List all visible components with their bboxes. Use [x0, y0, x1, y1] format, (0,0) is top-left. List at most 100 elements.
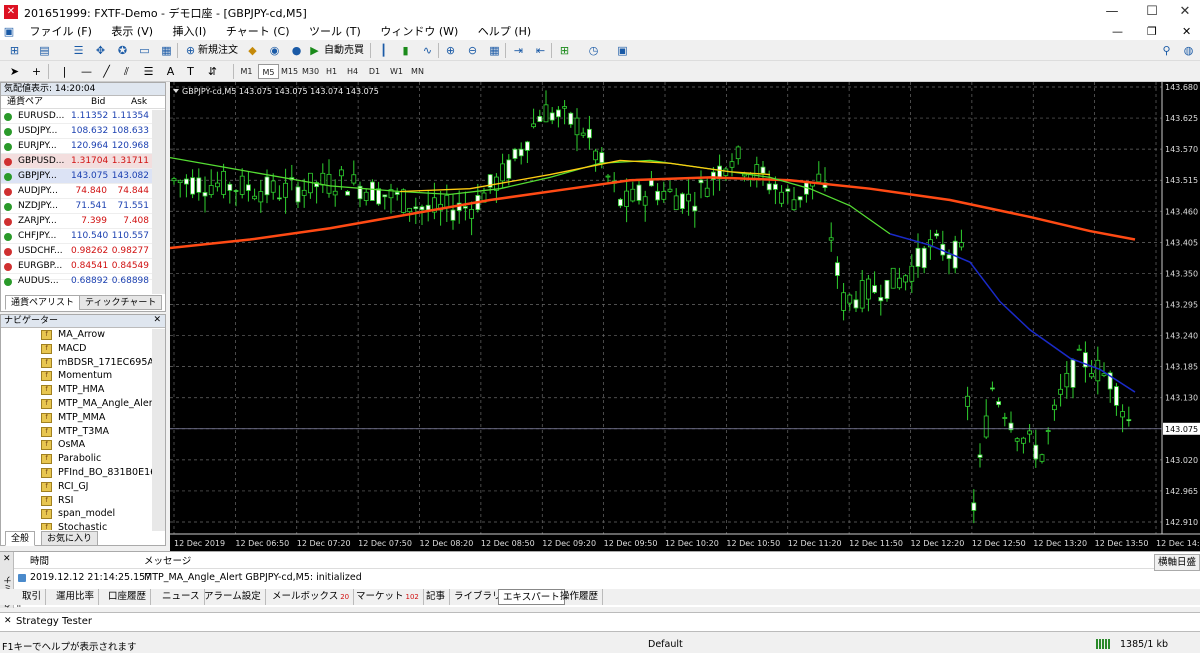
symbol-row[interactable]: NZDJPY... 71.541 71.551: [1, 199, 165, 214]
menu-file[interactable]: ファイル (F): [22, 24, 100, 40]
tab-tick-chart[interactable]: ティックチャート: [79, 295, 163, 310]
bar-chart-icon[interactable]: ┃: [375, 42, 392, 59]
tf-h1[interactable]: H1: [321, 64, 342, 79]
search-icon[interactable]: ⚲: [1158, 42, 1175, 59]
trendline-icon[interactable]: ╱: [98, 63, 115, 80]
fibonacci-icon[interactable]: ☰: [140, 63, 157, 80]
symbol-row[interactable]: USDJPY... 108.632 108.633: [1, 124, 165, 139]
navigator-item[interactable]: f OsMA: [1, 438, 165, 452]
tab-favorites[interactable]: お気に入り: [41, 531, 99, 546]
tester-close-icon[interactable]: ✕: [4, 616, 12, 626]
log-row[interactable]: 2019.12.12 21:14:25.157 MTP_MA_Angle_Ale…: [14, 571, 1200, 585]
menu-chart[interactable]: チャート (C): [218, 24, 298, 40]
tf-d1[interactable]: D1: [364, 64, 385, 79]
terminal-tab[interactable]: エキスパート: [498, 589, 565, 605]
new-chart-icon[interactable]: ⊞: [6, 42, 23, 59]
candlestick-icon[interactable]: ▮: [397, 42, 414, 59]
market-icon[interactable]: ●: [288, 42, 305, 59]
terminal-tab[interactable]: 操作履歴: [556, 589, 604, 605]
auto-scroll-icon[interactable]: ⇤: [532, 42, 549, 59]
terminal-tab[interactable]: 取引: [18, 589, 47, 605]
arrows-icon[interactable]: ⇵: [204, 63, 221, 80]
new-order-button[interactable]: 新規注文: [196, 43, 240, 58]
sort-button[interactable]: 横軸日盛: [1154, 554, 1200, 571]
auto-trade-icon[interactable]: ▶: [306, 42, 323, 59]
col-time[interactable]: 時間: [30, 554, 49, 569]
templates-icon[interactable]: ▣: [614, 42, 631, 59]
symbol-row[interactable]: GBPJPY... 143.075 143.082: [1, 169, 165, 184]
close-button[interactable]: ✕: [1165, 0, 1200, 24]
navigator-item[interactable]: f Parabolic: [1, 452, 165, 466]
terminal-tab[interactable]: 記事: [422, 589, 451, 605]
community-icon[interactable]: ◍: [1180, 42, 1197, 59]
navigator-item[interactable]: f MA_Arrow: [1, 328, 165, 342]
metaeditor-icon[interactable]: ◆: [244, 42, 261, 59]
signals-icon[interactable]: ◉: [266, 42, 283, 59]
cursor-icon[interactable]: ➤: [6, 63, 23, 80]
tab-general[interactable]: 全般: [5, 531, 36, 546]
navigator-close-icon[interactable]: ✕: [153, 315, 161, 325]
tile-windows-icon[interactable]: ▦: [486, 42, 503, 59]
minimize-button[interactable]: —: [1092, 0, 1132, 24]
candlestick-chart[interactable]: 143.680 143.625 143.570 143.515 143.460 143.4…: [169, 82, 1200, 551]
strategy-tester-label[interactable]: Strategy Tester: [16, 616, 92, 627]
navigator-item[interactable]: f mBDSR_171EC695A: [1, 356, 165, 370]
terminal-icon[interactable]: ▭: [136, 42, 153, 59]
tf-h4[interactable]: H4: [342, 64, 363, 79]
terminal-tab[interactable]: マーケット 102: [352, 589, 424, 605]
terminal-tab[interactable]: 口座履歴: [104, 589, 152, 605]
navigator-item[interactable]: f span_model: [1, 507, 165, 521]
child-restore-button[interactable]: ❐: [1147, 24, 1157, 40]
col-ask[interactable]: Ask: [131, 96, 147, 109]
line-chart-icon[interactable]: ∿: [419, 42, 436, 59]
tf-w1[interactable]: W1: [386, 64, 407, 79]
zoom-out-icon[interactable]: ⊖: [464, 42, 481, 59]
chart-shift-icon[interactable]: ⇥: [510, 42, 527, 59]
symbol-row[interactable]: USDCHF... 0.98262 0.98277: [1, 244, 165, 259]
market-watch-scrollbar[interactable]: [152, 110, 165, 294]
menu-view[interactable]: 表示 (V): [103, 24, 161, 40]
menu-tools[interactable]: ツール (T): [301, 24, 369, 40]
child-close-button[interactable]: ✕: [1182, 24, 1191, 40]
navigator-item[interactable]: f MTP_MMA: [1, 411, 165, 425]
profiles-icon[interactable]: ▤: [36, 42, 53, 59]
symbol-row[interactable]: EURUSD... 1.11352 1.11354: [1, 109, 165, 124]
col-symbol[interactable]: 通貨ペア: [7, 96, 43, 109]
tf-m15[interactable]: M15: [279, 64, 300, 79]
tf-m1[interactable]: M1: [236, 64, 257, 79]
terminal-close-icon[interactable]: ✕: [3, 554, 11, 564]
price-chart[interactable]: 143.680 143.625 143.570 143.515 143.460 143.4…: [169, 82, 1200, 551]
symbol-row[interactable]: AUDUS... 0.68892 0.68898: [1, 274, 165, 286]
tab-symbol-list[interactable]: 通貨ペアリスト: [5, 295, 81, 310]
market-watch-icon[interactable]: ☰: [70, 42, 87, 59]
tf-mn[interactable]: MN: [407, 64, 428, 79]
navigator-item[interactable]: f Momentum: [1, 369, 165, 383]
navigator-scrollbar[interactable]: [152, 329, 165, 531]
menu-window[interactable]: ウィンドウ (W): [372, 24, 466, 40]
menu-help[interactable]: ヘルプ (H): [470, 24, 539, 40]
navigator-icon[interactable]: ✪: [114, 42, 131, 59]
symbol-row[interactable]: EURJPY... 120.964 120.968: [1, 139, 165, 154]
symbol-row[interactable]: CHFJPY... 110.540 110.557: [1, 229, 165, 244]
navigator-item[interactable]: f MTP_HMA: [1, 383, 165, 397]
symbol-row[interactable]: GBPUSD... 1.31704 1.31711: [1, 154, 165, 169]
horizontal-line-icon[interactable]: —: [78, 63, 95, 80]
terminal-tab[interactable]: アラーム設定: [200, 589, 266, 605]
navigator-item[interactable]: f MTP_MA_Angle_Alert: [1, 397, 165, 411]
vertical-line-icon[interactable]: |: [56, 63, 73, 80]
navigator-item[interactable]: f RCI_GJ: [1, 480, 165, 494]
periodicity-icon[interactable]: ◷: [585, 42, 602, 59]
navigator-item[interactable]: f Stochastic: [1, 521, 165, 530]
zoom-in-icon[interactable]: ⊕: [442, 42, 459, 59]
auto-trade-button[interactable]: 自動売買: [322, 43, 366, 58]
text-label-icon[interactable]: T: [182, 63, 199, 80]
navigator-item[interactable]: f PFInd_BO_831B0E16: [1, 466, 165, 480]
data-window-icon[interactable]: ✥: [92, 42, 109, 59]
child-minimize-button[interactable]: —: [1112, 24, 1123, 40]
tf-m5[interactable]: M5: [258, 64, 279, 79]
terminal-tab[interactable]: ニュース: [158, 589, 205, 605]
symbol-row[interactable]: AUDJPY... 74.840 74.844: [1, 184, 165, 199]
channel-icon[interactable]: ⫽: [118, 63, 135, 80]
col-message[interactable]: メッセージ: [144, 554, 191, 569]
tf-m30[interactable]: M30: [300, 64, 321, 79]
